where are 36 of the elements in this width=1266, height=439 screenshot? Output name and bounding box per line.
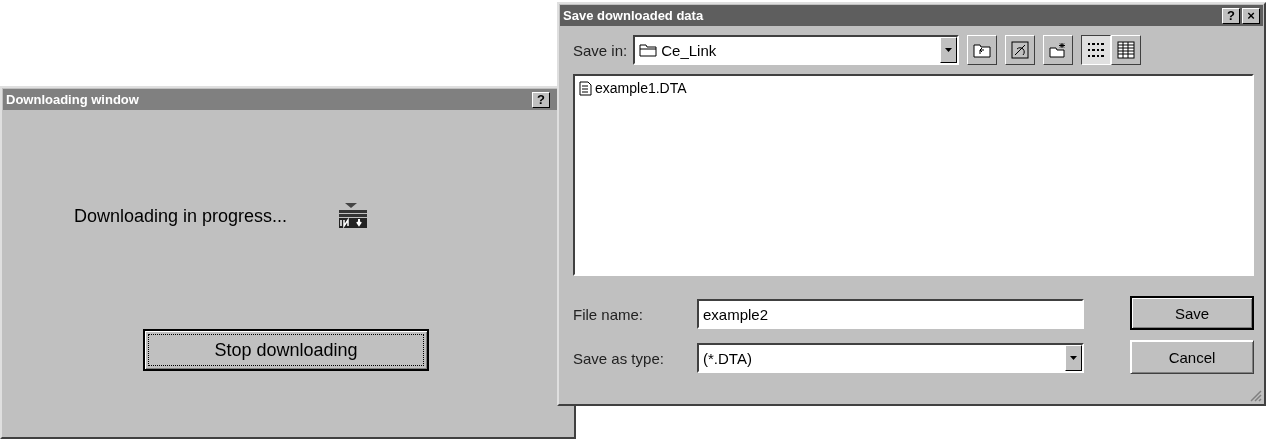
desktop-button[interactable]: [1005, 35, 1036, 65]
save-button[interactable]: Save: [1130, 296, 1254, 330]
save-as-type-value: (*.DTA): [702, 349, 753, 367]
dropdown-button[interactable]: [940, 37, 958, 63]
status-message: Downloading in progress...: [74, 205, 288, 227]
help-button[interactable]: ?: [532, 91, 550, 108]
details-view-icon: [1117, 41, 1136, 59]
list-view-icon: [1087, 42, 1106, 58]
desktop-icon: [1011, 41, 1030, 59]
folder-icon: [639, 43, 658, 57]
file-name-field[interactable]: example2: [697, 299, 1084, 329]
window-title: Downloading window: [6, 92, 140, 107]
close-button[interactable]: ×: [1242, 7, 1260, 24]
details-button[interactable]: [1111, 35, 1142, 65]
stop-downloading-button[interactable]: Stop downloading: [143, 329, 429, 371]
folder-up-icon: [973, 42, 992, 58]
save-as-type-dropdown[interactable]: (*.DTA): [697, 343, 1084, 373]
save-in-label: Save in:: [573, 41, 628, 59]
cancel-button[interactable]: Cancel: [1130, 340, 1254, 374]
download-tray-icon: [337, 203, 370, 229]
resize-grip-icon[interactable]: [1250, 390, 1262, 402]
up-button[interactable]: [967, 35, 998, 65]
list-button[interactable]: [1081, 35, 1112, 65]
new-folder-icon: [1049, 42, 1068, 58]
new-folder-button[interactable]: [1043, 35, 1074, 65]
dropdown-button[interactable]: [1065, 345, 1082, 371]
help-button[interactable]: ?: [1222, 7, 1240, 24]
save-in-dropdown[interactable]: Ce_Link: [633, 35, 960, 65]
file-item[interactable]: example1.DTA: [579, 80, 687, 96]
dialog-title: Save downloaded data: [563, 8, 705, 23]
dropdown-arrow-icon: [945, 48, 953, 52]
file-icon: [579, 80, 592, 96]
save-in-value: Ce_Link: [660, 41, 718, 59]
file-name-label: File name:: [573, 305, 645, 323]
save-as-type-label: Save as type:: [573, 349, 665, 367]
dropdown-arrow-icon: [1070, 356, 1077, 360]
